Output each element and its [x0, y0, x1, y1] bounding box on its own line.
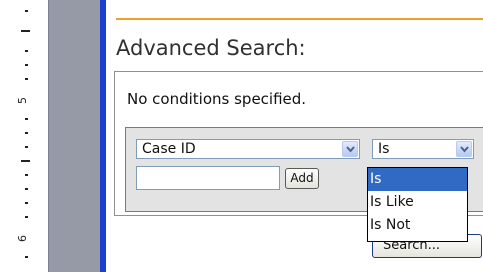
document-window: 5 6 Advanced Search: No conditions speci…: [0, 0, 483, 272]
ruler-tick: [25, 64, 28, 66]
field-dropdown-button[interactable]: [342, 141, 358, 157]
ruler-tick: [25, 202, 28, 204]
ruler-tick: [25, 78, 28, 80]
operator-select-value: Is: [378, 141, 390, 157]
operator-option-is[interactable]: Is: [368, 168, 467, 191]
add-button[interactable]: Add: [285, 168, 319, 189]
vertical-ruler: 5 6: [0, 0, 48, 272]
chevron-down-icon: [346, 146, 355, 153]
chevron-down-icon: [460, 146, 469, 153]
operator-dropdown-list: Is Is Like Is Not: [367, 167, 468, 242]
operator-select[interactable]: Is: [372, 139, 474, 159]
ruler-tick: [25, 174, 28, 176]
page-margin: [48, 0, 101, 272]
ruler-tick: [25, 118, 28, 120]
operator-option-is-like[interactable]: Is Like: [368, 191, 467, 214]
field-select-value: Case ID: [142, 141, 196, 157]
condition-value-input[interactable]: [136, 166, 280, 190]
ruler-number: 6: [16, 235, 29, 242]
ruler-tick: [25, 10, 28, 12]
ruler-tick: [21, 160, 30, 162]
header-rule: [116, 18, 483, 20]
page-title: Advanced Search:: [116, 36, 306, 60]
ruler-tick: [25, 188, 28, 190]
operator-dropdown-button[interactable]: [456, 141, 472, 157]
ruler-tick: [25, 146, 28, 148]
ruler-tick: [25, 132, 28, 134]
ruler-tick: [25, 216, 28, 218]
ruler-tick: [21, 30, 30, 32]
ruler-tick: [25, 50, 28, 52]
ruler-number: 5: [16, 97, 29, 104]
no-conditions-text: No conditions specified.: [127, 90, 307, 108]
field-select[interactable]: Case ID: [136, 139, 360, 159]
operator-option-is-not[interactable]: Is Not: [368, 214, 467, 237]
ruler-tick: [25, 256, 28, 258]
